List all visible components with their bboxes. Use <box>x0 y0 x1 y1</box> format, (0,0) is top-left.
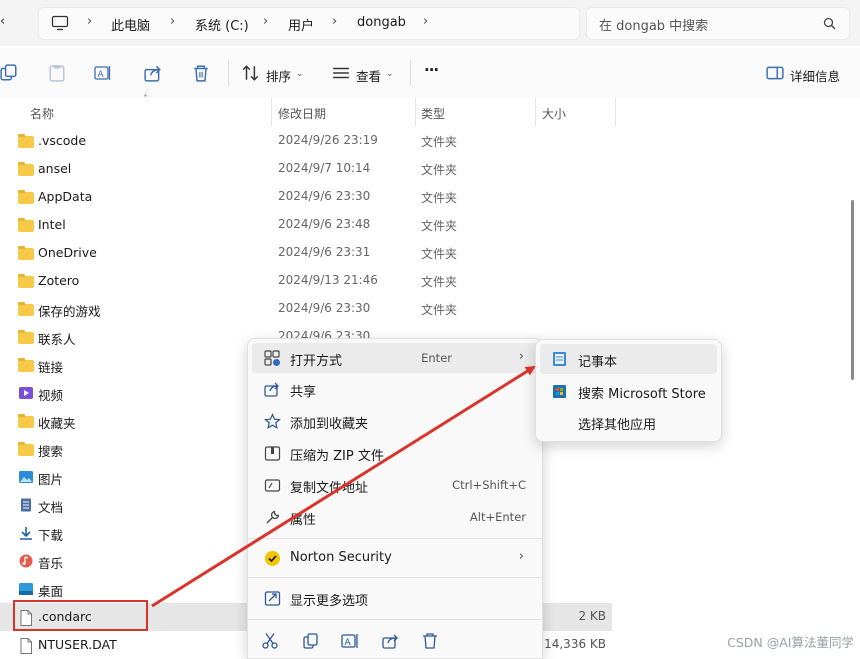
watermark: CSDN @AI算法董同学 <box>727 635 854 650</box>
annotation-arrow <box>151 365 536 608</box>
